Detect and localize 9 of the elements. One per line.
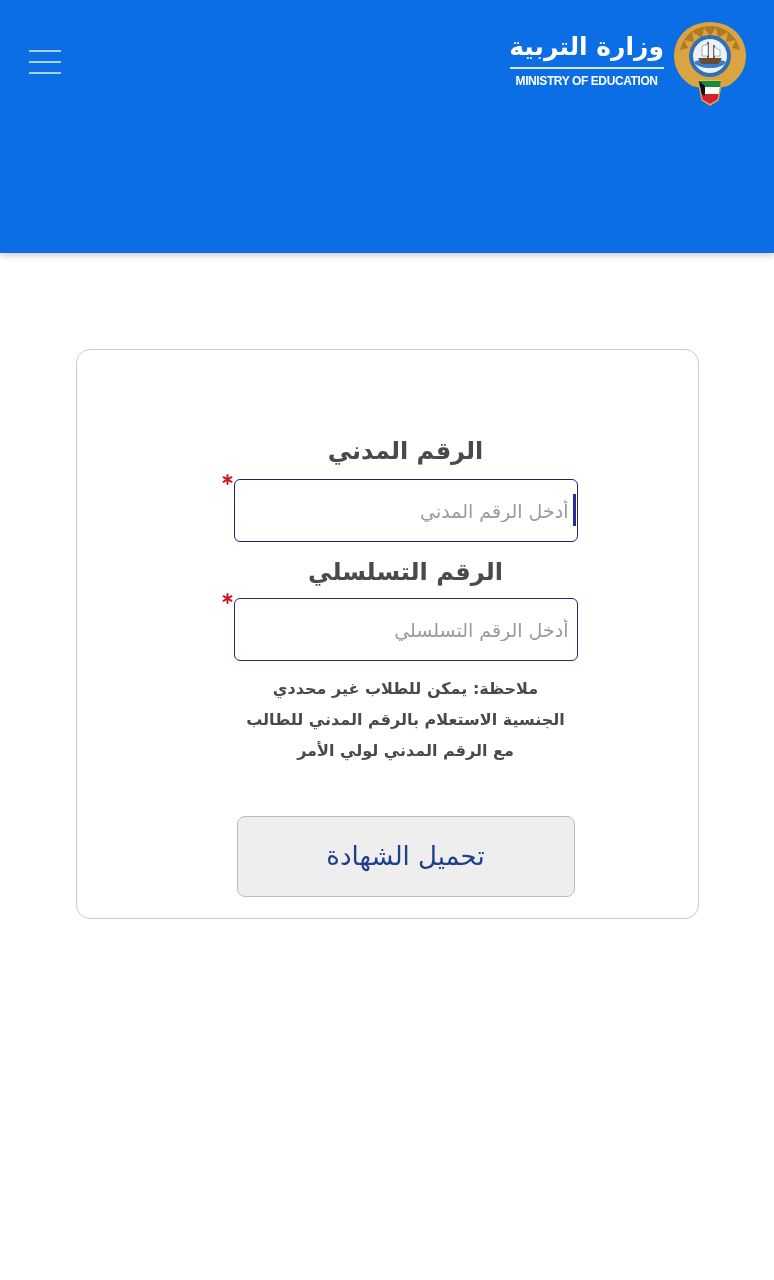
logo-subtitle: MINISTRY OF EDUCATION [515,73,658,89]
field-label: الرقم المدني [327,436,484,467]
download-certificate-button[interactable]: تحميل الشهادة [236,816,575,897]
note-text: ملاحظة: يمكن للطلاب غير محددي الجنسية الاستعلام بالرقم المدني للطالب مع الرقم المدني لولي الأمر [245,678,566,763]
emblem-icon [672,20,748,106]
field-label: الرقم التسلسلي [308,557,503,588]
logo-title: وزارة التربية [509,31,664,64]
text-cursor-icon [572,494,576,526]
menu-icon[interactable] [28,49,62,75]
